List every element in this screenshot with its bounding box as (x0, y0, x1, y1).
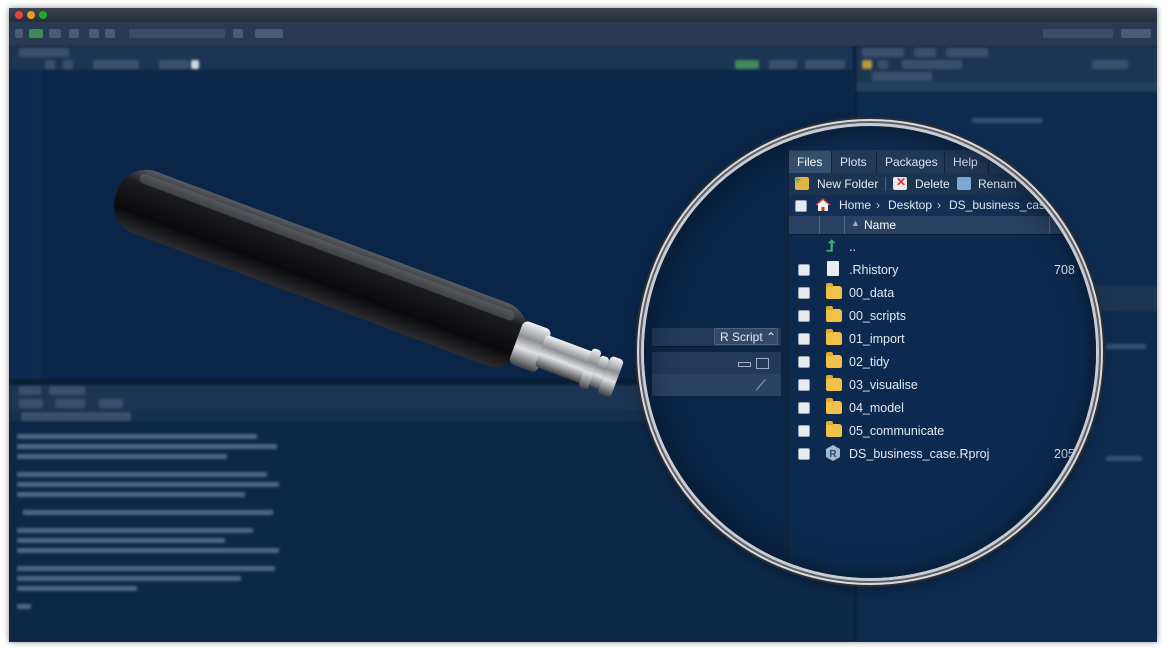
folder-icon (826, 421, 842, 437)
chevron-right-icon: › (876, 198, 880, 212)
file-name[interactable]: .Rhistory (849, 262, 898, 278)
file-name[interactable]: 05_communicate (849, 423, 944, 439)
list-item[interactable]: 00_data (789, 282, 1096, 305)
tab-help[interactable]: Help (945, 151, 989, 173)
list-item[interactable]: ⮥ .. (789, 236, 1096, 259)
magnifying-glass-lens: R Script ⌃ ⟋ Files Plots Packages Help +… (644, 126, 1096, 578)
folder-icon (826, 398, 842, 414)
script-type-select[interactable]: R Script ⌃ (714, 328, 778, 345)
home-icon[interactable] (815, 198, 831, 212)
file-size: 205 (1054, 447, 1075, 461)
tab-packages[interactable]: Packages (877, 151, 945, 173)
breadcrumb: Home › Desktop › DS_business_case (789, 195, 1096, 217)
chevron-updown-icon: ⌃ (766, 330, 777, 344)
list-item[interactable]: 01_import (789, 328, 1096, 351)
chevron-right-icon: › (937, 198, 941, 212)
new-folder-icon: + (794, 174, 809, 190)
folder-icon (826, 352, 842, 368)
tab-files[interactable]: Files (789, 151, 832, 173)
row-checkbox[interactable] (798, 287, 810, 299)
console-pane-header (652, 352, 781, 374)
breadcrumb-ds-business-case[interactable]: DS_business_case (949, 198, 1052, 213)
files-pane: Files Plots Packages Help + New Folder ✕… (786, 150, 1096, 578)
rename-label: Renam (978, 177, 1017, 191)
file-name[interactable]: 00_scripts (849, 308, 906, 324)
maximize-pane-icon[interactable] (756, 358, 769, 369)
row-checkbox[interactable] (798, 310, 810, 322)
list-item[interactable]: 02_tidy (789, 351, 1096, 374)
file-name[interactable]: 01_import (849, 331, 905, 347)
list-item[interactable]: 05_communicate (789, 420, 1096, 443)
folder-icon (826, 306, 842, 322)
list-item[interactable]: 04_model (789, 397, 1096, 420)
row-checkbox[interactable] (798, 425, 810, 437)
row-checkbox[interactable] (798, 402, 810, 414)
folder-icon (826, 375, 842, 391)
breadcrumb-home[interactable]: Home (839, 198, 871, 213)
document-icon (827, 261, 839, 276)
folder-icon (826, 329, 842, 345)
row-checkbox[interactable] (798, 356, 810, 368)
row-checkbox[interactable] (798, 448, 810, 460)
delete-icon: ✕ (893, 176, 907, 190)
list-item[interactable]: 00_scripts (789, 305, 1096, 328)
files-toolbar: + New Folder ✕ Delete Renam (789, 173, 1096, 196)
broom-icon[interactable]: ⟋ (756, 377, 766, 394)
file-name[interactable]: DS_business_case.Rproj (849, 446, 989, 462)
list-item[interactable]: R DS_business_case.Rproj 205 (789, 443, 1096, 466)
rproj-icon: R (826, 445, 840, 461)
title-bar (9, 8, 1157, 22)
file-name[interactable]: .. (849, 239, 856, 255)
folder-icon (826, 283, 842, 299)
file-size: 708 (1054, 263, 1075, 277)
files-tab-bar: Files Plots Packages Help (789, 150, 1096, 174)
select-all-checkbox[interactable] (795, 200, 807, 212)
file-name[interactable]: 02_tidy (849, 354, 889, 370)
minimize-pane-icon[interactable] (738, 362, 751, 367)
name-column-header[interactable]: Name (864, 218, 896, 232)
up-arrow-icon: ⮥ (826, 238, 836, 255)
tab-plots[interactable]: Plots (832, 151, 877, 173)
file-name[interactable]: 04_model (849, 400, 904, 416)
list-item[interactable]: .Rhistory 708 (789, 259, 1096, 282)
file-name[interactable]: 00_data (849, 285, 894, 301)
svg-text:R: R (829, 449, 837, 460)
row-checkbox[interactable] (798, 379, 810, 391)
main-toolbar (9, 22, 1157, 47)
breadcrumb-desktop[interactable]: Desktop (888, 198, 932, 213)
row-checkbox[interactable] (798, 333, 810, 345)
list-item[interactable]: 03_visualise (789, 374, 1096, 397)
file-list-header: ▲ Name (789, 216, 1096, 235)
file-name[interactable]: 03_visualise (849, 377, 918, 393)
delete-label: Delete (915, 177, 950, 191)
line-number-gutter (9, 70, 40, 380)
script-type-label: R Script (720, 330, 763, 344)
new-folder-label: New Folder (817, 177, 879, 191)
rename-icon (957, 177, 971, 190)
minimize-window-icon[interactable] (27, 11, 35, 19)
close-window-icon[interactable] (15, 11, 23, 19)
console-toolbar: ⟋ (652, 374, 781, 396)
maximize-window-icon[interactable] (39, 11, 47, 19)
sort-ascending-icon: ▲ (851, 218, 860, 228)
row-checkbox[interactable] (798, 264, 810, 276)
